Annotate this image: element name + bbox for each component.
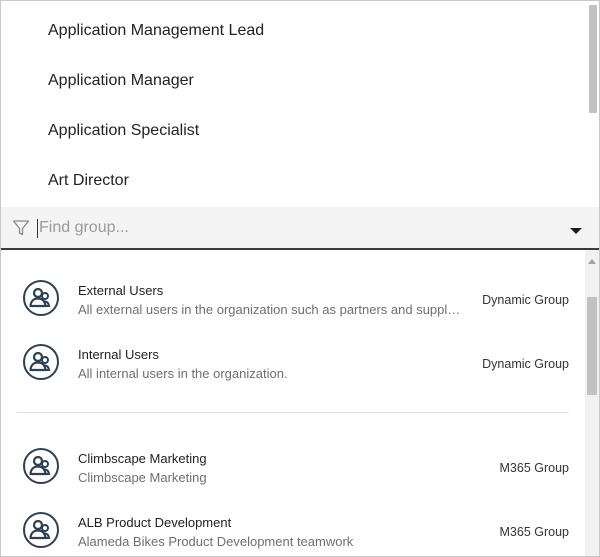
- group-icon: [23, 512, 59, 548]
- scroll-thumb[interactable]: [587, 297, 597, 395]
- group-name: Climbscape Marketing: [78, 451, 207, 466]
- group-name: External Users: [78, 283, 164, 298]
- group-row-external-users[interactable]: External Users All external users in the…: [1, 269, 585, 329]
- scroll-thumb[interactable]: [589, 5, 597, 113]
- group-icon: [23, 344, 59, 380]
- title-item[interactable]: Application Management Lead: [48, 21, 264, 41]
- group-search-input[interactable]: [39, 216, 539, 240]
- group-description: Climbscape Marketing: [78, 470, 207, 485]
- group-name: Internal Users: [78, 347, 159, 362]
- scroll-up-icon[interactable]: [588, 259, 596, 264]
- group-icon: [23, 448, 59, 484]
- chevron-down-icon[interactable]: [570, 228, 582, 234]
- group-icon: [23, 280, 59, 316]
- group-description: All external users in the organization s…: [78, 302, 462, 317]
- section-divider: [17, 412, 569, 413]
- text-caret: [37, 219, 38, 238]
- title-item[interactable]: Art Director: [48, 171, 129, 191]
- group-row-climbscape-marketing[interactable]: Climbscape Marketing Climbscape Marketin…: [1, 437, 585, 497]
- title-item[interactable]: Application Manager: [48, 71, 194, 91]
- group-type-label: Dynamic Group: [482, 357, 569, 371]
- group-search-bar: [1, 207, 599, 250]
- group-list-scrollbar[interactable]: [585, 250, 599, 556]
- group-picker-panel: Application Management Lead Application …: [0, 0, 600, 557]
- group-name: ALB Product Development: [78, 515, 232, 530]
- group-row-internal-users[interactable]: Internal Users All internal users in the…: [1, 333, 585, 393]
- group-type-label: M365 Group: [499, 461, 569, 475]
- group-type-label: M365 Group: [499, 525, 569, 539]
- group-results-list: External Users All external users in the…: [1, 250, 585, 556]
- group-description: Alameda Bikes Product Development teamwo…: [78, 534, 354, 549]
- title-item[interactable]: Application Specialist: [48, 121, 199, 141]
- group-description: All internal users in the organization.: [78, 366, 288, 381]
- title-list-scrollbar[interactable]: [587, 1, 599, 207]
- title-list: Application Management Lead Application …: [1, 1, 587, 207]
- filter-icon: [12, 219, 30, 237]
- group-type-label: Dynamic Group: [482, 293, 569, 307]
- group-row-alb-product-development[interactable]: ALB Product Development Alameda Bikes Pr…: [1, 501, 585, 556]
